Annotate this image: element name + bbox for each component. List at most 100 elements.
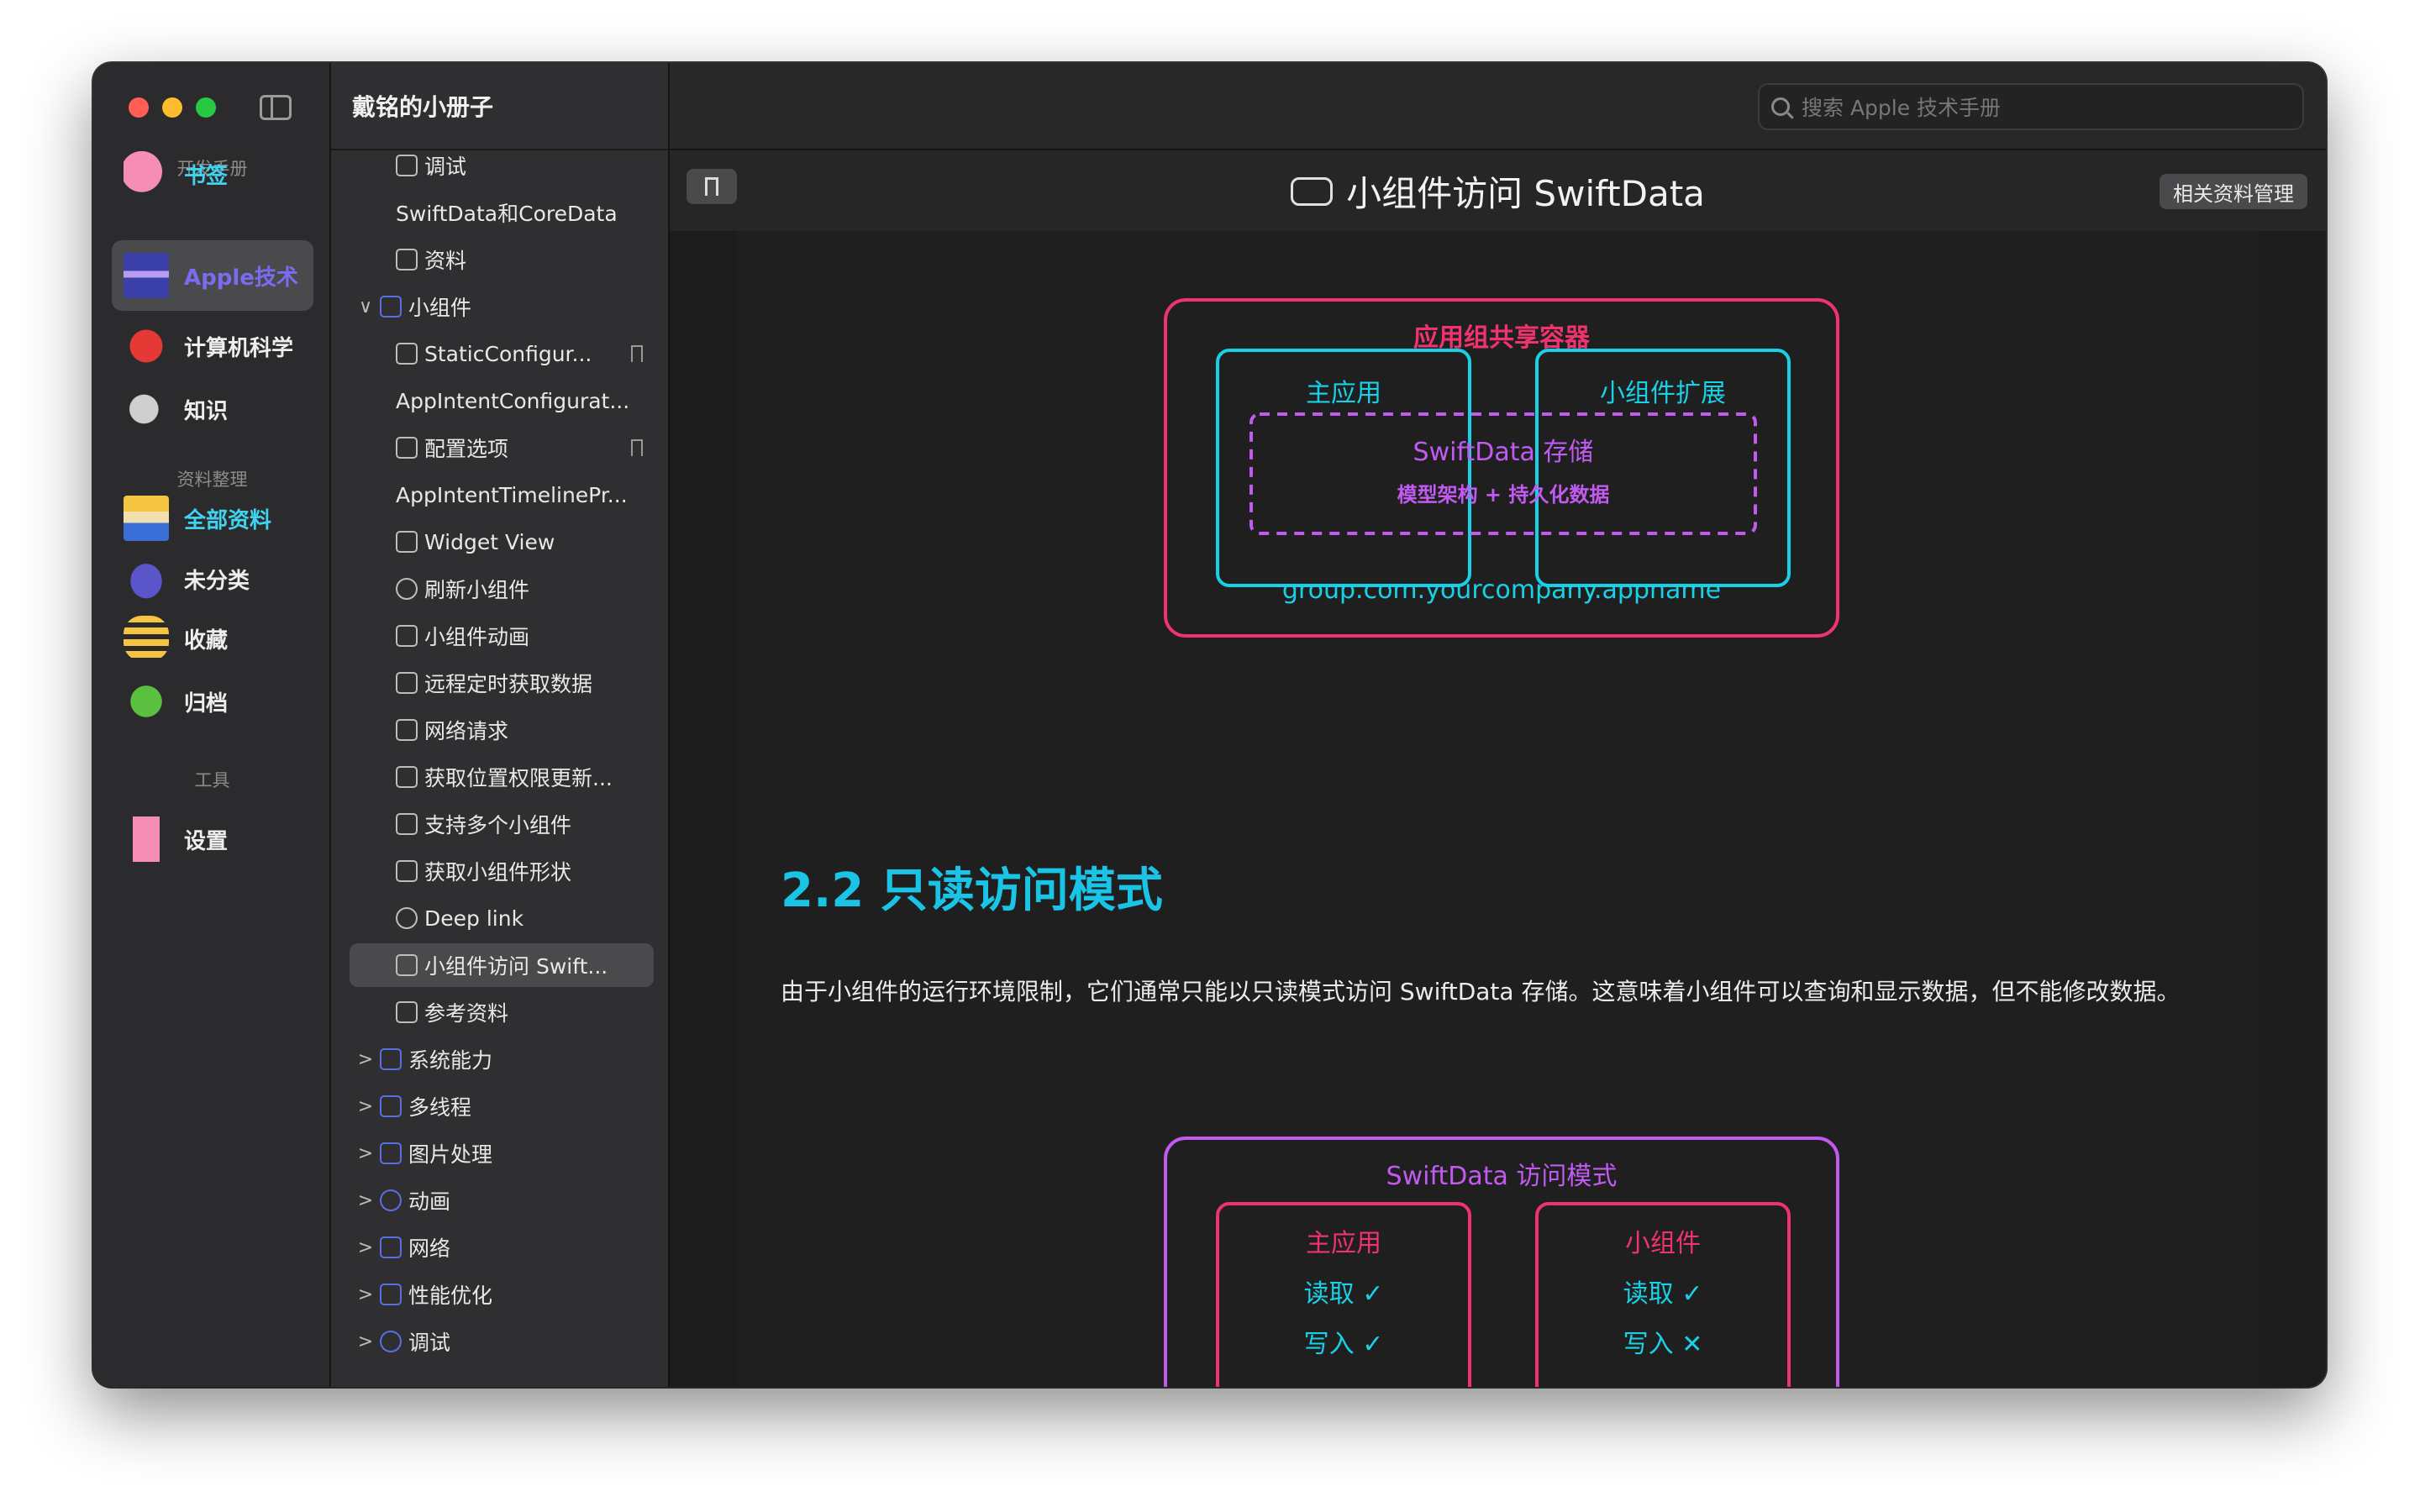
disk-icon (1291, 176, 1334, 206)
sidebar-toggle-icon[interactable] (260, 95, 292, 120)
shared-container-diagram: 应用组共享容器 主应用 小组件扩展 SwiftData 存储 模型架构 + 持久… (737, 231, 2260, 718)
tree-row[interactable]: Widget View (331, 520, 670, 564)
extension-label: 小组件扩展 (1600, 379, 1726, 408)
sidebar-item-favorites[interactable]: 收藏 (112, 603, 313, 674)
gauge-icon (380, 1284, 402, 1305)
tree-row-label: 调试 (424, 155, 467, 179)
group-identifier: group.com.yourcompany.appname (1281, 575, 1722, 605)
tree-row[interactable]: 调试 (331, 144, 670, 187)
grid-icon (396, 813, 418, 835)
tree-row-label: 小组件动画 (424, 625, 530, 649)
bookmark-icon[interactable] (631, 345, 643, 362)
store-subtitle: 模型架构 + 持久化数据 (1397, 483, 1610, 507)
tree-row[interactable]: > 调试 (331, 1320, 670, 1363)
ninja-icon (124, 253, 169, 298)
disclosure-chevron-icon[interactable]: > (356, 1237, 375, 1258)
widget-icon (380, 296, 402, 318)
tree-row[interactable]: 小组件访问 Swift... (350, 943, 654, 987)
books-icon (396, 1001, 418, 1023)
tree-row[interactable]: > 动画 (331, 1179, 670, 1222)
tree-row-label: SwiftData和CoreData (396, 202, 618, 226)
app-read: 读取 ✓ (1303, 1279, 1384, 1309)
app-access-name: 主应用 (1306, 1229, 1381, 1258)
sidebar-item-label: 设置 (184, 828, 229, 854)
access-title: SwiftData 访问模式 (1386, 1162, 1618, 1191)
tree-row[interactable]: > 多线程 (331, 1084, 670, 1128)
link-icon (396, 907, 418, 929)
tree-row[interactable]: AppIntentConfigurat... (331, 379, 670, 423)
mouse-icon (124, 386, 169, 432)
tree-row[interactable]: > 性能优化 (331, 1273, 670, 1316)
sidebar-item-cs[interactable]: 计算机科学 (112, 311, 313, 381)
ladybug-icon (124, 323, 169, 369)
tree-row[interactable]: 资料 (331, 238, 670, 281)
tree-row[interactable]: > 网络 (331, 1226, 670, 1269)
tree-row[interactable]: 刷新小组件 (331, 567, 670, 611)
container-title: 应用组共享容器 (1413, 323, 1590, 353)
minimize-window-button[interactable] (162, 97, 182, 118)
sidebar-item-settings[interactable]: 设置 (112, 804, 313, 874)
tree-row[interactable]: 远程定时获取数据 (331, 661, 670, 705)
tree-row[interactable]: 小组件动画 (331, 614, 670, 658)
tree-row-label: 获取小组件形状 (424, 860, 572, 885)
runner-icon (396, 625, 418, 647)
tree-row-label: 参考资料 (424, 1001, 509, 1026)
elephant-icon (124, 151, 169, 197)
search-placeholder: 搜索 Apple 技术手册 (1802, 96, 2002, 120)
bookmark-icon[interactable] (631, 439, 643, 456)
network-icon (380, 1236, 402, 1258)
sidebar-item-bookmarks[interactable]: 书签 (112, 139, 313, 209)
app-write: 写入 ✓ (1303, 1330, 1384, 1359)
outline-tree: 戴铭的小册子 调试 SwiftData和CoreData 资料 ∨ 小组件 StaticC… (331, 63, 670, 1387)
disclosure-chevron-icon[interactable]: > (356, 1190, 375, 1211)
tree-row[interactable]: 获取位置权限更新... (331, 755, 670, 799)
tree-row[interactable]: 网络请求 (331, 708, 670, 752)
tree-row[interactable]: > 系统能力 (331, 1037, 670, 1081)
location-icon (396, 766, 418, 788)
sidebar-item-label: 未分类 (184, 568, 250, 594)
list-icon (380, 1095, 402, 1117)
tree-row-label: AppIntentTimelinePr... (396, 482, 628, 507)
section-heading: 2.2 只读访问模式 (781, 864, 1163, 918)
tree-row[interactable]: > 图片处理 (331, 1131, 670, 1175)
tree-row[interactable]: ∨ 小组件 (331, 285, 670, 328)
zoom-window-button[interactable] (196, 97, 216, 118)
tree-row[interactable]: Deep link (331, 896, 670, 940)
related-materials-button[interactable]: 相关资料管理 (2160, 174, 2307, 209)
photo-icon (380, 1142, 402, 1164)
disclosure-chevron-icon[interactable]: > (356, 1143, 375, 1164)
disclosure-chevron-icon[interactable]: > (356, 1096, 375, 1117)
sidebar-item-label: 计算机科学 (184, 335, 294, 361)
sidebar-item-label: Apple技术 (184, 265, 298, 291)
circle-half-icon (380, 1189, 402, 1211)
tree-row[interactable]: StaticConfigur... (331, 332, 670, 375)
body-paragraph: 由于小组件的运行环境限制，它们通常只能以只读模式访问 SwiftData 存储。… (781, 978, 2181, 1005)
rect-icon (396, 860, 418, 882)
tree-row[interactable]: SwiftData和CoreData (331, 191, 670, 234)
tree-row-label: 小组件 (408, 296, 472, 320)
section-header-tools: 工具 (194, 770, 230, 790)
tree-row[interactable]: 配置选项 (331, 426, 670, 470)
bee-icon (124, 616, 169, 661)
tree-row[interactable]: 获取小组件形状 (331, 849, 670, 893)
disclosure-chevron-icon[interactable]: > (356, 1284, 375, 1305)
tree-row[interactable]: AppIntentTimelinePr... (331, 473, 670, 517)
disclosure-chevron-icon[interactable]: ∨ (356, 297, 375, 318)
tree-row[interactable]: 支持多个小组件 (331, 802, 670, 846)
sidebar-item-archive[interactable]: 归档 (112, 666, 313, 737)
widget-write: 写入 ✕ (1623, 1330, 1703, 1359)
disclosure-chevron-icon[interactable]: > (356, 1331, 375, 1352)
cloud-icon (396, 672, 418, 694)
tree-row[interactable]: 参考资料 (331, 990, 670, 1034)
search-input[interactable]: 搜索 Apple 技术手册 (1758, 83, 2304, 130)
tree-row-label: 小组件访问 Swift... (424, 954, 608, 979)
sidebar-item-apple-tech[interactable]: Apple技术 (112, 240, 313, 311)
access-mode-diagram: SwiftData 访问模式 主应用 读取 ✓ 写入 ✓ 小组件 读取 ✓ 写入… (737, 1130, 2260, 1387)
close-window-button[interactable] (129, 97, 149, 118)
document-header: 小组件访问 SwiftData 相关资料管理 (670, 150, 2326, 231)
diagram-shapes (1164, 298, 1839, 638)
disclosure-chevron-icon[interactable]: > (356, 1049, 375, 1070)
sidebar-item-knowledge[interactable]: 知识 (112, 374, 313, 444)
tree-row-label: 图片处理 (408, 1142, 493, 1167)
tree-row-label: 网络请求 (424, 719, 509, 743)
